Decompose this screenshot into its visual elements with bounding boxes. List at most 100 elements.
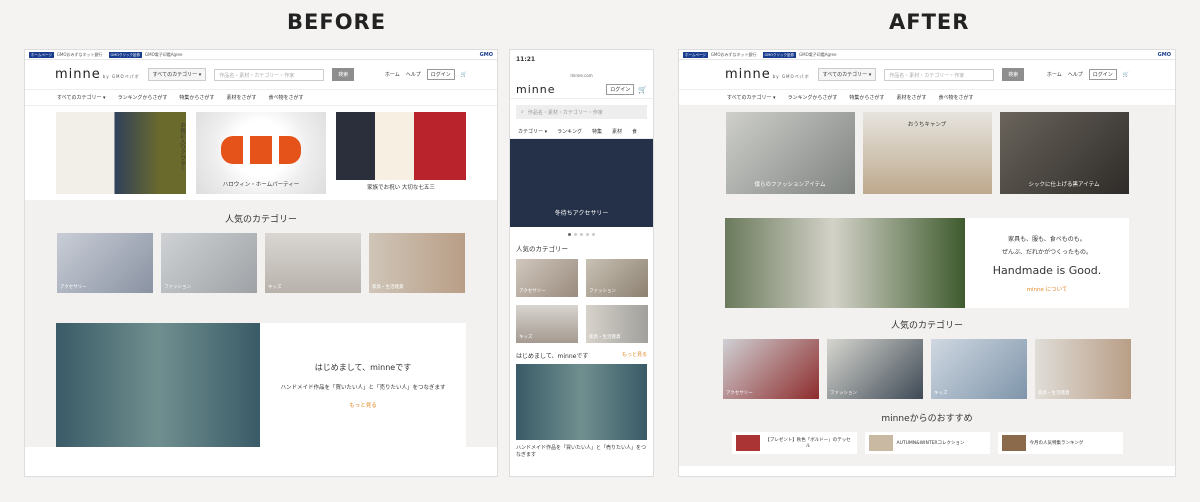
- banner-halloween[interactable]: ハロウィン・ホームパーティー: [196, 112, 326, 194]
- subnav-item[interactable]: ランキングからさがす: [118, 94, 168, 101]
- category-label: 家具・生活雑貨: [372, 285, 404, 290]
- topbar-item[interactable]: GMOクリック証券: [108, 51, 143, 58]
- minne-logo[interactable]: minne: [516, 83, 555, 96]
- header-links: ホーム ヘルプ ログイン 🛒: [1047, 69, 1129, 80]
- logo-sub: by GMOペパボ: [102, 74, 140, 79]
- category-select[interactable]: すべてのカテゴリー ▾: [147, 68, 207, 81]
- intro-more-link[interactable]: もっと見る: [622, 351, 647, 360]
- sub-nav: すべてのカテゴリー ▾ ランキングからさがす 特集からさがす 素材をさがす 食べ…: [679, 90, 1175, 106]
- category-tile[interactable]: ファッション: [827, 339, 923, 399]
- category-tile[interactable]: キッズ: [516, 305, 578, 343]
- category-tile[interactable]: アクセサリー: [723, 339, 819, 399]
- home-link[interactable]: ホーム: [1047, 71, 1062, 78]
- login-button[interactable]: ログイン: [1088, 69, 1117, 80]
- banner-fashion[interactable]: 僕らのファッションアイテム: [725, 112, 855, 194]
- intro-more-link[interactable]: もっと見る: [349, 401, 377, 409]
- gmo-logo[interactable]: GMO: [1158, 52, 1171, 58]
- recommend-card[interactable]: AUTUMN&WINTERコレクション: [864, 432, 990, 454]
- mobile-hero[interactable]: 冬待ちアクセサリー: [510, 139, 653, 227]
- intro-block: はじめまして、minneです ハンドメイド作品を「買いたい人」と「売りたい人」を…: [56, 323, 466, 447]
- topbar-item[interactable]: GMOクリック証券: [762, 51, 797, 58]
- mobile-intro-header: はじめまして、minneです もっと見る: [510, 343, 653, 364]
- home-link[interactable]: ホーム: [385, 71, 400, 78]
- subnav-item[interactable]: ランキングからさがす: [788, 94, 838, 101]
- hero-caption: 冬待ちアクセサリー: [554, 210, 609, 217]
- category-tile[interactable]: キッズ: [265, 233, 361, 293]
- login-button[interactable]: ログイン: [426, 69, 455, 80]
- mobile-intro-image[interactable]: [516, 364, 647, 440]
- category-tile[interactable]: ファッション: [586, 259, 648, 297]
- banner-outer[interactable]: お気に入りアウター: [56, 112, 186, 194]
- banner-shichigosan[interactable]: 家族でお祝い 大切な七五三: [336, 112, 466, 194]
- cart-icon[interactable]: 🛒: [1123, 72, 1129, 78]
- cart-icon[interactable]: 🛒: [638, 86, 647, 94]
- recommend-card[interactable]: 【プレゼント】秋色「ボルドー」のテッセル: [731, 432, 857, 454]
- mobile-tabs: カテゴリー ▾ ランキング 特集 素材 食: [510, 125, 653, 139]
- search-input[interactable]: 作品名・素材・カテゴリー・作家: [884, 68, 995, 81]
- search-placeholder: 作品名・素材・カテゴリー・作家: [527, 109, 603, 116]
- category-label: 家具・生活雑貨: [589, 335, 621, 340]
- search-button[interactable]: 検索: [1002, 68, 1025, 81]
- intro-subtitle: ハンドメイド作品を「買いたい人」と「売りたい人」をつなぎます: [516, 445, 647, 458]
- subnav-item[interactable]: 食べ物をさがす: [268, 94, 303, 101]
- mobile-tab[interactable]: 特集: [592, 128, 602, 135]
- banner-caption: おうちキャンプ: [907, 122, 947, 128]
- topbar-item[interactable]: GMO電子印鑑Agree: [799, 52, 836, 58]
- recommend-card[interactable]: 今月の人気特集ランキング: [997, 432, 1123, 454]
- after-desktop-screenshot: ホームページ GMOおみずなネット銀行 GMOクリック証券 GMO電子印鑑Agr…: [678, 49, 1176, 477]
- help-link[interactable]: ヘルプ: [1068, 71, 1083, 78]
- mobile-search-input[interactable]: ⌕ 作品名・素材・カテゴリー・作家: [516, 105, 647, 119]
- gmo-logo[interactable]: GMO: [480, 52, 493, 58]
- mobile-tab[interactable]: 素材: [612, 128, 622, 135]
- hero-line2: ぜんぶ、だれかがつくったもの。: [1001, 248, 1092, 256]
- category-tile[interactable]: アクセサリー: [57, 233, 153, 293]
- login-button[interactable]: ログイン: [606, 84, 635, 95]
- topbar-item[interactable]: ホームページ: [683, 51, 708, 58]
- category-tile[interactable]: キッズ: [931, 339, 1027, 399]
- banner-caption: お気に入りアウター: [179, 122, 185, 172]
- category-tile[interactable]: 家具・生活雑貨: [1035, 339, 1131, 399]
- search-button[interactable]: 検索: [332, 68, 355, 81]
- category-tile[interactable]: 家具・生活雑貨: [369, 233, 465, 293]
- hero-image: [725, 218, 965, 308]
- intro-title: はじめまして、minneです: [516, 353, 589, 360]
- category-tile[interactable]: 家具・生活雑貨: [586, 305, 648, 343]
- subnav-item[interactable]: すべてのカテゴリー ▾: [57, 94, 106, 101]
- search-input[interactable]: 作品名・素材・カテゴリー・作家: [214, 68, 325, 81]
- mobile-tab[interactable]: 食: [632, 128, 637, 135]
- mobile-tab[interactable]: ランキング: [557, 128, 582, 135]
- category-select[interactable]: すべてのカテゴリー ▾: [817, 68, 877, 81]
- url-bar[interactable]: minne.com: [570, 73, 592, 78]
- subnav-item[interactable]: すべてのカテゴリー ▾: [727, 94, 776, 101]
- category-label: アクセサリー: [726, 391, 753, 396]
- intro-title: はじめまして、minneです: [314, 362, 412, 372]
- sub-nav: すべてのカテゴリー ▾ ランキングからさがす 特集からさがす 素材をさがす 食べ…: [25, 90, 497, 106]
- minne-logo[interactable]: minne by GMOペパボ: [55, 67, 140, 82]
- banner-caption: シックに仕上げる黒アイテム: [1028, 182, 1100, 188]
- banner-camp[interactable]: おうちキャンプ: [862, 112, 992, 194]
- subnav-item[interactable]: 特集からさがす: [179, 94, 214, 101]
- hero-text: 家具も、服も、食べものも。 ぜんぶ、だれかがつくったもの。 Handmade i…: [965, 218, 1129, 308]
- mobile-header: minne ログイン 🛒: [510, 81, 653, 99]
- category-tile[interactable]: ファッション: [161, 233, 257, 293]
- help-link[interactable]: ヘルプ: [406, 71, 421, 78]
- subnav-item[interactable]: 特集からさがす: [849, 94, 884, 101]
- logo-text: minne: [55, 67, 101, 82]
- topbar-item[interactable]: GMO電子印鑑Agree: [145, 52, 182, 58]
- carousel-dots[interactable]: [510, 227, 653, 241]
- topbar-item[interactable]: GMOおみずなネット銀行: [57, 52, 103, 58]
- subnav-item[interactable]: 素材をさがす: [226, 94, 256, 101]
- subnav-item[interactable]: 素材をさがす: [896, 94, 926, 101]
- topbar-item[interactable]: GMOおみずなネット銀行: [711, 52, 757, 58]
- subnav-item[interactable]: 食べ物をさがす: [938, 94, 973, 101]
- minne-logo[interactable]: minne by GMOペパボ: [725, 67, 810, 82]
- category-label: キッズ: [934, 391, 948, 396]
- banner-black[interactable]: シックに仕上げる黒アイテム: [999, 112, 1129, 194]
- category-tile[interactable]: アクセサリー: [516, 259, 578, 297]
- mobile-tab[interactable]: カテゴリー ▾: [518, 128, 547, 135]
- recommend-row: 【プレゼント】秋色「ボルドー」のテッセル AUTUMN&WINTERコレクション…: [679, 432, 1175, 454]
- topbar-item[interactable]: ホームページ: [29, 51, 54, 58]
- category-label: アクセサリー: [60, 285, 87, 290]
- cart-icon[interactable]: 🛒: [461, 72, 467, 78]
- about-link[interactable]: minne について: [1027, 285, 1068, 293]
